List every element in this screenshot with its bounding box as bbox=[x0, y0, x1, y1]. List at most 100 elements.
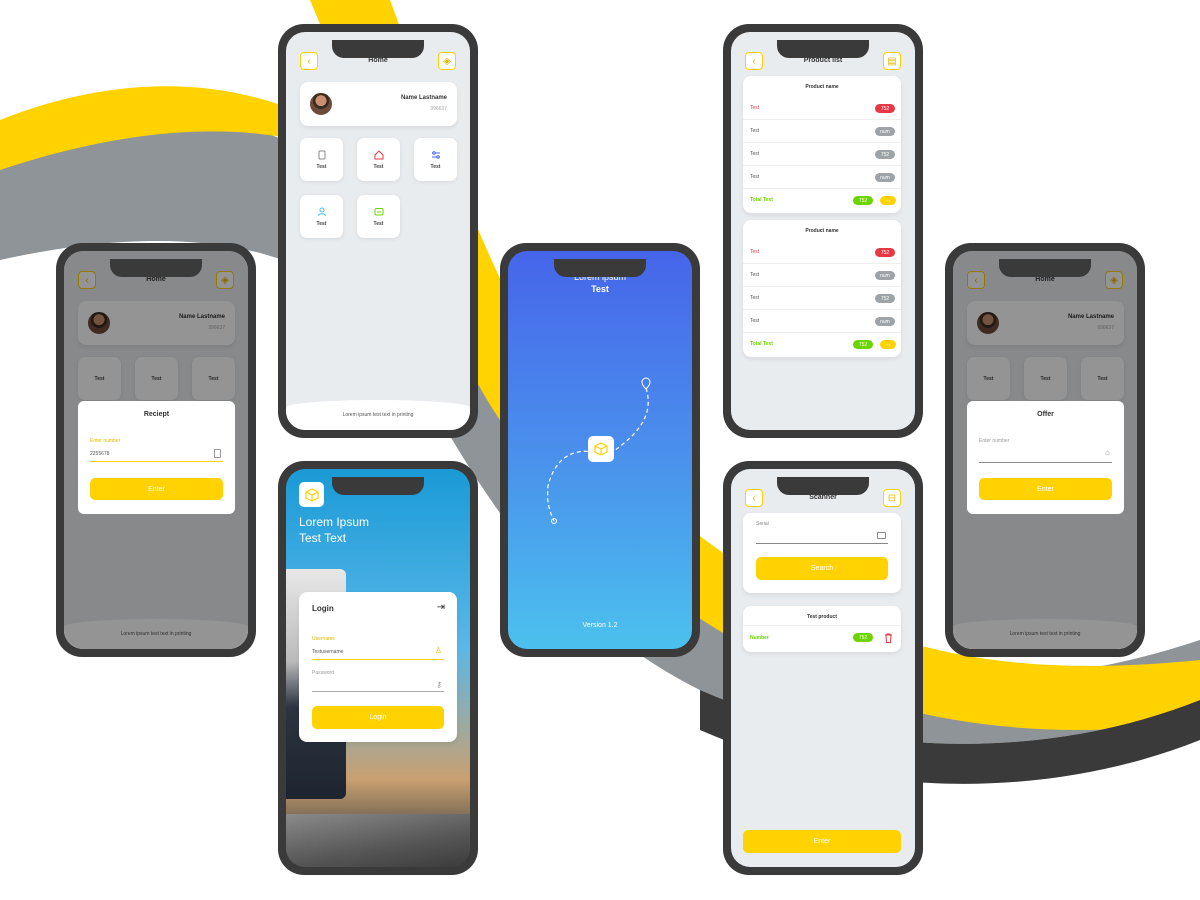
cube-icon-button[interactable]: ◈ bbox=[438, 52, 456, 70]
sliders-icon bbox=[431, 150, 440, 159]
profile-name: Name Lastname bbox=[400, 95, 447, 101]
test-product-card: Test product Number 752 bbox=[743, 606, 901, 652]
total-row[interactable]: Total Text 752 → bbox=[743, 189, 901, 212]
serial-label: Serial bbox=[756, 521, 769, 527]
receipt-modal: Reciept Enter number 2255678 Enter bbox=[78, 401, 235, 514]
headline-line2: Test Text bbox=[299, 531, 347, 545]
password-field[interactable]: Password ⚷ bbox=[312, 668, 444, 692]
tile-label: Test bbox=[373, 163, 384, 170]
splash-phone: Lorem ipsum Test Version 1.2 bbox=[500, 243, 700, 657]
footer: Lorem ipsum test text in printing bbox=[286, 400, 470, 430]
count-badge: 752 bbox=[875, 248, 895, 257]
total-row[interactable]: Total Text 752 → bbox=[743, 333, 901, 356]
home-icon bbox=[374, 149, 383, 159]
profile-id: 996637 bbox=[430, 106, 447, 112]
notch bbox=[110, 259, 202, 277]
receipt-phone: ‹ Home ◈ Name Lastname 996637 Test Test … bbox=[56, 243, 256, 657]
total-badge: 752 bbox=[853, 340, 873, 349]
tile-user[interactable]: Test bbox=[300, 195, 343, 238]
sign-in-icon[interactable]: ⇥ bbox=[437, 602, 445, 613]
notch bbox=[777, 477, 869, 495]
login-button[interactable]: Login bbox=[312, 706, 444, 729]
notch bbox=[332, 477, 424, 495]
product-list-card: Product name Test 752 Test num Test 752 Tes… bbox=[743, 76, 901, 213]
version-label: Version 1.2 bbox=[582, 622, 618, 629]
number-field[interactable]: Enter number ⌂ bbox=[979, 438, 1112, 463]
count-badge: 752 bbox=[875, 294, 895, 303]
home-icon: ⌂ bbox=[1105, 448, 1110, 457]
list-item[interactable]: Test num bbox=[743, 264, 901, 287]
enter-button[interactable]: Enter bbox=[90, 478, 223, 500]
tile-label: Test bbox=[316, 220, 327, 227]
item-name: Test bbox=[750, 128, 760, 134]
item-name: Test bbox=[750, 174, 760, 180]
key-icon: ⚷ bbox=[436, 680, 442, 689]
count-badge: num bbox=[875, 173, 895, 182]
serial-card: Serial Search bbox=[743, 513, 901, 593]
number-badge: 752 bbox=[853, 633, 873, 642]
list-item[interactable]: Test num bbox=[743, 166, 901, 189]
product-header: Test product bbox=[743, 614, 901, 626]
tile-home[interactable]: Test bbox=[357, 138, 400, 181]
total-badge: 752 bbox=[853, 196, 873, 205]
count-badge: num bbox=[875, 271, 895, 280]
total-label: Total Text bbox=[750, 197, 773, 203]
count-badge: num bbox=[875, 127, 895, 136]
list-item[interactable]: Test 752 bbox=[743, 241, 901, 264]
headline-line1: Lorem Ipsum bbox=[299, 515, 370, 529]
username-field[interactable]: Testusername ♙ bbox=[312, 645, 444, 660]
field-placeholder: Enter number bbox=[979, 438, 1010, 444]
document-icon bbox=[214, 449, 221, 458]
notch bbox=[554, 259, 646, 277]
home-phone: ‹ Home ◈ Name Lastname 996637 Test Test … bbox=[278, 24, 478, 438]
arrow-right-icon[interactable]: → bbox=[880, 340, 896, 349]
tile-message[interactable]: Test bbox=[357, 195, 400, 238]
user-icon: ♙ bbox=[434, 646, 442, 655]
login-title: Login bbox=[312, 604, 334, 613]
arrow-right-icon[interactable]: → bbox=[880, 196, 896, 205]
enter-button[interactable]: Enter bbox=[979, 478, 1112, 500]
offer-phone: ‹ Home ◈ Name Lastname 996637 Test Test … bbox=[945, 243, 1145, 657]
notch bbox=[999, 259, 1091, 277]
list-header: Product name bbox=[805, 228, 839, 234]
serial-field[interactable] bbox=[756, 529, 888, 544]
product-list-screen: ‹ Product list ▤ Product name Test 752 Te… bbox=[731, 32, 915, 430]
tile-document[interactable]: Test bbox=[300, 138, 343, 181]
enter-button[interactable]: Enter bbox=[743, 830, 901, 853]
password-placeholder: Password bbox=[312, 670, 334, 676]
list-item[interactable]: Test 752 bbox=[743, 143, 901, 166]
username-label: Username bbox=[312, 636, 336, 642]
scanner-screen: ‹ Scanner ⊟ Serial Search Test product N… bbox=[731, 469, 915, 867]
tile-label: Test bbox=[316, 163, 327, 170]
scan-icon-button[interactable]: ⊟ bbox=[883, 489, 901, 507]
tile-label: Test bbox=[430, 163, 441, 170]
splash-title-line2: Test bbox=[591, 284, 609, 294]
field-value: 2255678 bbox=[90, 451, 110, 457]
login-card: Login ⇥ Username Testusername ♙ Password… bbox=[299, 592, 457, 742]
profile-card[interactable]: Name Lastname 996637 bbox=[300, 82, 457, 126]
item-name: Test bbox=[750, 249, 760, 255]
document-icon-button[interactable]: ▤ bbox=[883, 52, 901, 70]
message-icon bbox=[374, 207, 383, 215]
username-value: Testusername bbox=[312, 649, 344, 655]
list-item[interactable]: Test 752 bbox=[743, 287, 901, 310]
list-header: Product name bbox=[805, 84, 839, 90]
item-name: Test bbox=[750, 105, 760, 111]
count-badge: 752 bbox=[875, 104, 895, 113]
list-item[interactable]: Test num bbox=[743, 310, 901, 333]
logo-badge bbox=[299, 482, 324, 507]
home-screen: ‹ Home ◈ Name Lastname 996637 Test Test … bbox=[286, 32, 470, 430]
user-icon bbox=[317, 207, 326, 216]
notch bbox=[332, 40, 424, 58]
list-item[interactable]: Test 752 bbox=[743, 97, 901, 120]
item-name: Test bbox=[750, 318, 760, 324]
trash-icon[interactable] bbox=[884, 633, 893, 643]
list-item[interactable]: Test num bbox=[743, 120, 901, 143]
search-button[interactable]: Search bbox=[756, 557, 888, 580]
login-phone: Lorem Ipsum Test Text Login ⇥ Username T… bbox=[278, 461, 478, 875]
number-label: Number bbox=[750, 635, 769, 641]
tile-sliders[interactable]: Test bbox=[414, 138, 457, 181]
item-name: Test bbox=[750, 295, 760, 301]
offer-modal: Offer Enter number ⌂ Enter bbox=[967, 401, 1124, 514]
number-field[interactable]: 2255678 bbox=[90, 447, 223, 462]
